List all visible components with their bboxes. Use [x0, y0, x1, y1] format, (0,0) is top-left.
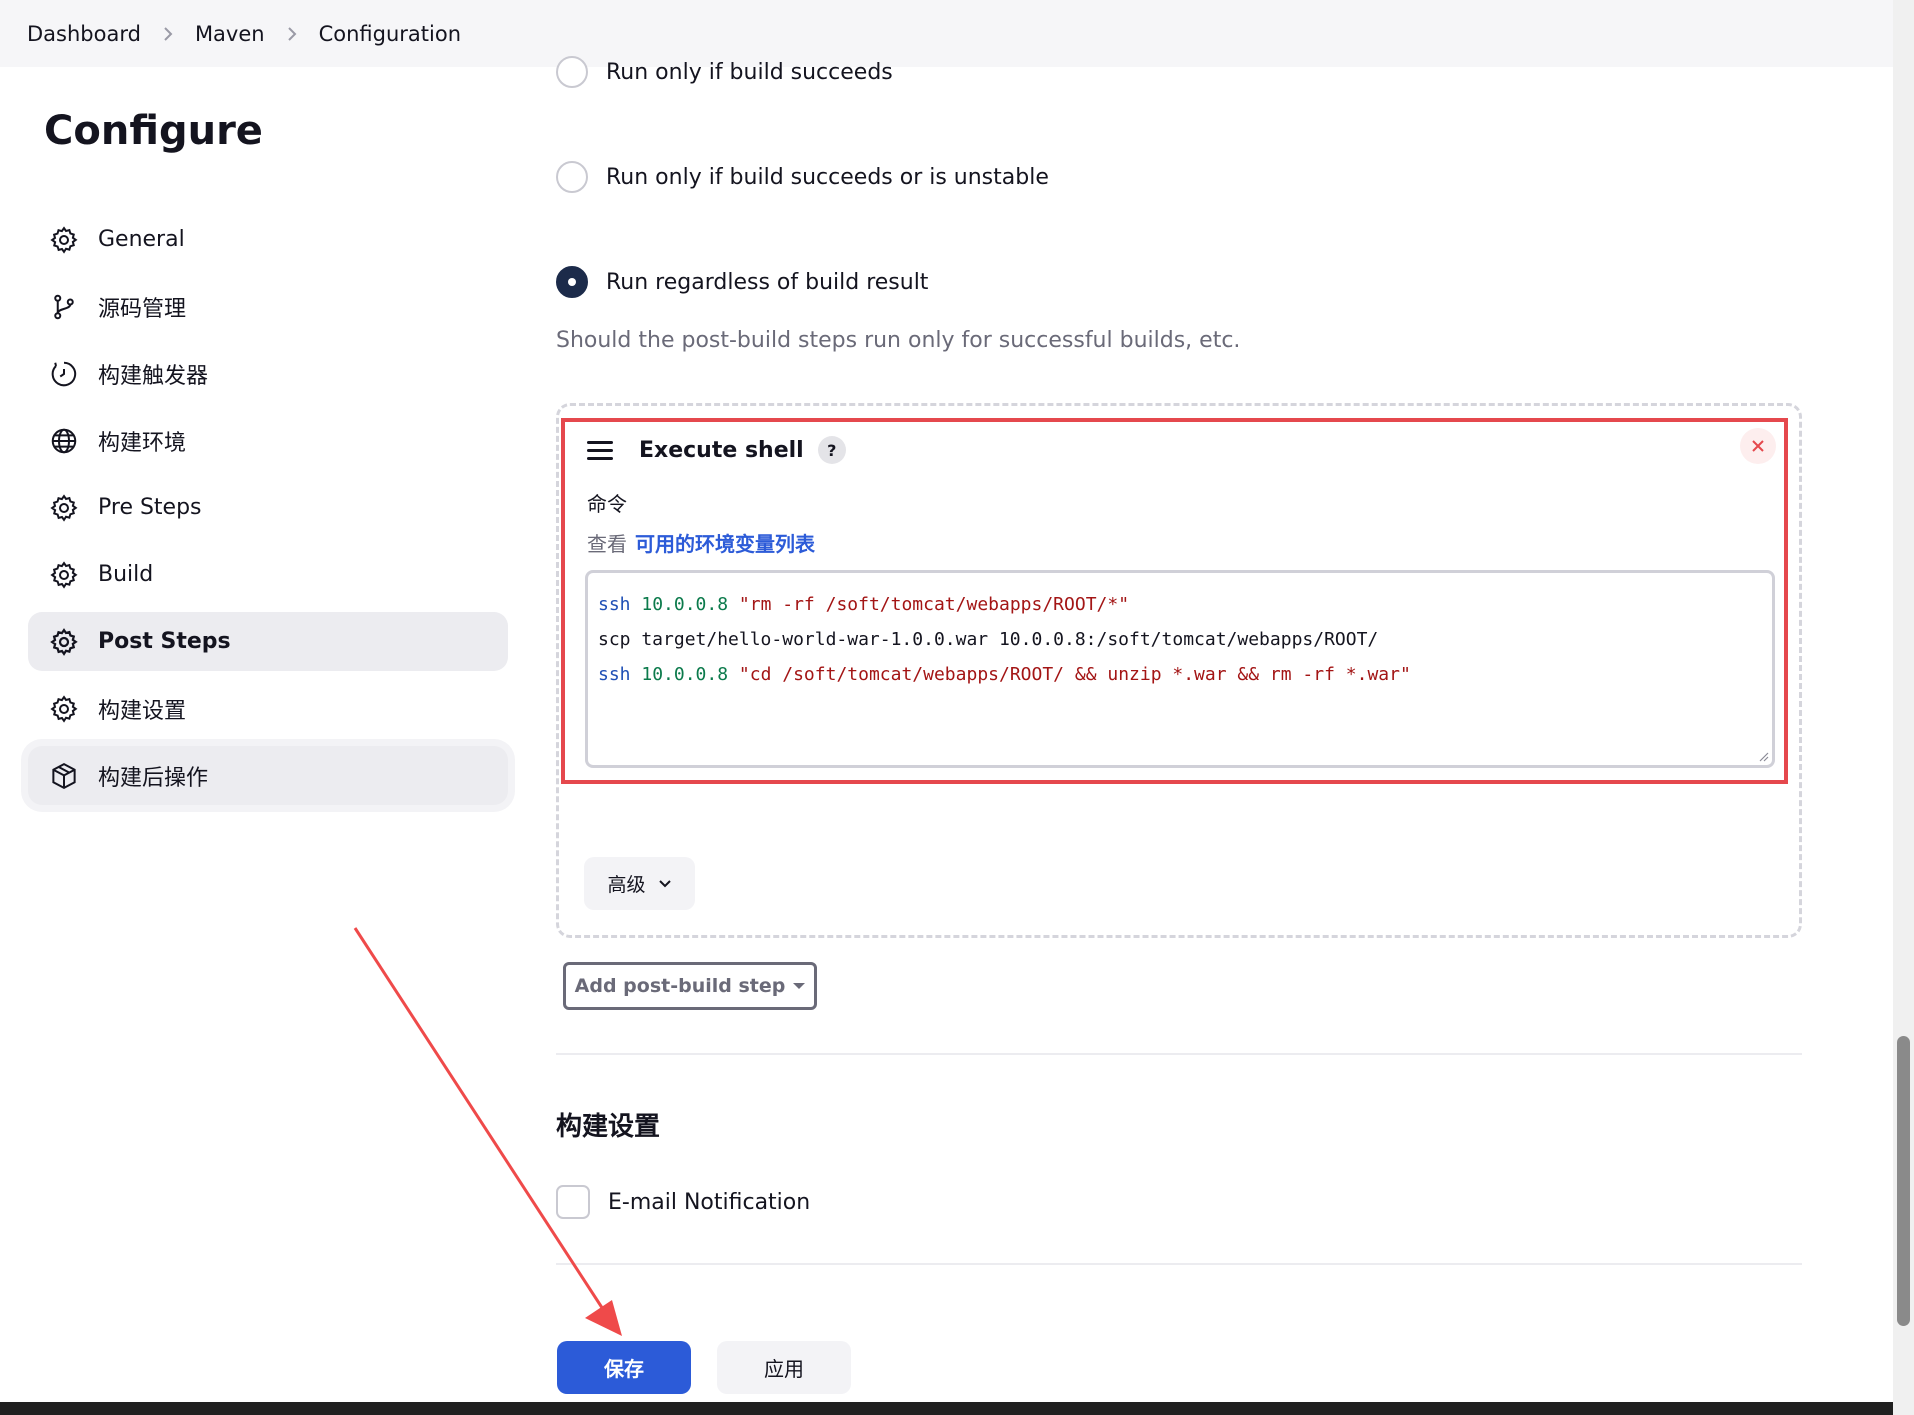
sidebar-item-label: 构建后操作 — [98, 765, 209, 791]
caret-down-icon — [793, 983, 806, 989]
sidebar-item-build-settings[interactable]: 构建设置 — [28, 679, 508, 738]
sidebar-item-build-triggers[interactable]: 构建触发器 — [28, 344, 508, 403]
section-divider — [556, 1053, 1802, 1055]
execute-shell-step: Execute shell ? 命令 查看 可用的环境变量列表 ssh 10.0.… — [561, 418, 1788, 784]
sidebar-item-label: General — [98, 227, 185, 252]
save-button[interactable]: 保存 — [557, 1341, 691, 1394]
radio-label: Run only if build succeeds — [606, 59, 893, 85]
globe-icon — [48, 425, 80, 457]
step-title: Execute shell — [639, 437, 804, 463]
sidebar-item-build-environment[interactable]: 构建环境 — [28, 411, 508, 470]
breadcrumb-dashboard[interactable]: Dashboard — [27, 22, 141, 46]
sidebar-item-source-control[interactable]: 源码管理 — [28, 277, 508, 336]
page-title: Configure — [44, 108, 263, 154]
radio-run-if-success-or-unstable[interactable]: Run only if build succeeds or is unstabl… — [556, 161, 1049, 193]
command-label: 命令 — [587, 492, 627, 516]
code-line: ssh 10.0.0.8 "cd /soft/tomcat/webapps/RO… — [598, 664, 1411, 685]
chevron-down-icon — [658, 879, 672, 889]
breadcrumb-maven[interactable]: Maven — [195, 22, 265, 46]
code-line: scp target/hello-world-war-1.0.0.war 10.… — [598, 629, 1379, 650]
chevron-right-icon — [287, 26, 297, 42]
sidebar-item-general[interactable]: General — [28, 210, 508, 269]
sidebar-item-label: Post Steps — [98, 629, 231, 654]
radio-run-regardless[interactable]: Run regardless of build result — [556, 266, 928, 298]
branch-icon — [48, 291, 80, 323]
env-vars-line: 查看 可用的环境变量列表 — [587, 528, 815, 557]
sidebar-item-post-steps[interactable]: Post Steps — [28, 612, 508, 671]
gear-icon — [48, 224, 80, 256]
gear-icon — [48, 559, 80, 591]
sidebar-item-label: 构建设置 — [98, 698, 187, 724]
gear-icon — [48, 693, 80, 725]
taskbar-strip — [0, 1402, 1893, 1415]
sidebar-item-label: 构建环境 — [98, 430, 187, 456]
radio-button[interactable] — [556, 56, 588, 88]
chevron-right-icon — [163, 26, 173, 42]
scrollbar[interactable] — [1893, 0, 1914, 1415]
env-prefix: 查看 — [587, 532, 627, 556]
timer-icon — [48, 358, 80, 390]
sidebar-item-label: 源码管理 — [98, 296, 187, 322]
radio-label: Run regardless of build result — [606, 269, 929, 295]
radio-button-checked[interactable] — [556, 266, 588, 298]
sidebar-item-label: Pre Steps — [98, 495, 202, 520]
email-notification-label: E-mail Notification — [608, 1189, 811, 1215]
radio-run-if-success[interactable]: Run only if build succeeds — [556, 56, 893, 88]
sidebar-item-label: Build — [98, 562, 154, 587]
email-notification-option[interactable]: E-mail Notification — [556, 1185, 810, 1219]
breadcrumb: Dashboard Maven Configuration — [0, 0, 1893, 67]
package-icon — [48, 760, 80, 792]
sidebar-item-pre-steps[interactable]: Pre Steps — [28, 478, 508, 537]
code-line: ssh 10.0.0.8 "rm -rf /soft/tomcat/webapp… — [598, 594, 1130, 615]
apply-button[interactable]: 应用 — [717, 1341, 851, 1394]
advanced-label: 高级 — [607, 874, 646, 896]
section-divider — [556, 1263, 1802, 1265]
help-icon[interactable]: ? — [817, 436, 846, 464]
scrollbar-thumb[interactable] — [1897, 1036, 1910, 1326]
add-step-label: Add post-build step — [574, 975, 786, 997]
breadcrumb-configuration[interactable]: Configuration — [319, 22, 461, 46]
build-settings-title: 构建设置 — [556, 1112, 661, 1142]
sidebar-item-build[interactable]: Build — [28, 545, 508, 604]
env-vars-link[interactable]: 可用的环境变量列表 — [635, 532, 815, 556]
sidebar-item-label: 构建触发器 — [98, 363, 209, 389]
gear-icon — [48, 626, 80, 658]
radio-label: Run only if build succeeds or is unstabl… — [606, 164, 1049, 190]
resize-handle-icon[interactable] — [1757, 750, 1769, 762]
sidebar-item-post-build-actions[interactable]: 构建后操作 — [28, 746, 508, 805]
advanced-button[interactable]: 高级 — [584, 857, 695, 910]
add-post-build-step-button[interactable]: Add post-build step — [563, 962, 817, 1010]
drag-handle-icon[interactable] — [587, 440, 613, 460]
post-steps-help-text: Should the post-build steps run only for… — [556, 328, 1241, 353]
sidebar-nav: General 源码管理 构建触发器 构建环境 Pre Steps Build … — [28, 210, 508, 813]
email-notification-checkbox[interactable] — [556, 1185, 590, 1219]
radio-button[interactable] — [556, 161, 588, 193]
step-header: Execute shell ? — [587, 436, 846, 464]
command-textarea[interactable]: ssh 10.0.0.8 "rm -rf /soft/tomcat/webapp… — [585, 570, 1775, 768]
gear-icon — [48, 492, 80, 524]
close-icon[interactable] — [1740, 428, 1776, 464]
